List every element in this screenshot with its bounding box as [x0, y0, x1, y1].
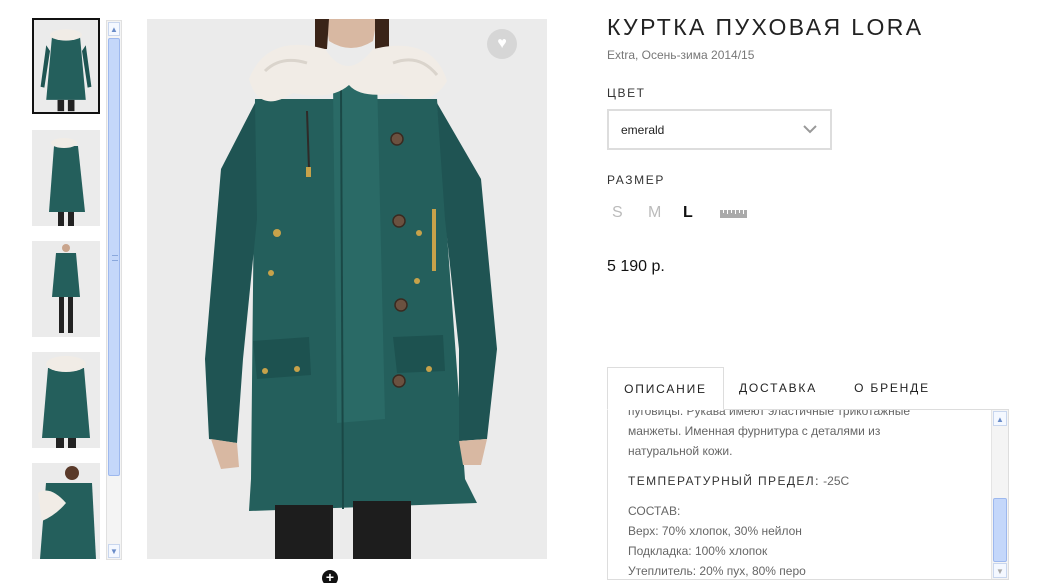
thumbnail-image	[32, 352, 100, 448]
description-text: манжеты. Именная фурнитура с деталями из	[628, 424, 881, 438]
thumbnail-full-length[interactable]	[32, 241, 100, 337]
tab-delivery[interactable]: ДОСТАВКА	[728, 367, 828, 410]
composition-line: Утеплитель: 20% пух, 80% перо	[628, 564, 806, 578]
tab-description[interactable]: ОПИСАНИЕ	[607, 367, 724, 410]
thumbnail-image	[32, 463, 100, 559]
color-label: ЦВЕТ	[607, 86, 646, 100]
thumbnail-image	[32, 130, 100, 226]
scroll-up-arrow-icon[interactable]: ▲	[108, 22, 120, 36]
thumbnail-back[interactable]	[32, 352, 100, 448]
size-option-s[interactable]: S	[612, 204, 623, 222]
temperature-limit: ТЕМПЕРАТУРНЫЙ ПРЕДЕЛ: -25C	[628, 471, 988, 491]
description-panel: пуговицы. Рукава имеют эластичные трикот…	[607, 409, 1009, 580]
description-text: натуральной кожи.	[628, 444, 733, 458]
thumbnail-strip	[32, 18, 102, 563]
plus-circle-icon[interactable]: +	[322, 570, 338, 583]
scrollbar-thumb[interactable]	[993, 498, 1007, 562]
product-price: 5 190 р.	[607, 258, 665, 275]
thumbnail-hood[interactable]	[32, 463, 100, 559]
size-option-m[interactable]: M	[648, 204, 661, 222]
ruler-icon[interactable]	[720, 208, 747, 218]
size-label: РАЗМЕР	[607, 173, 665, 187]
description-text-cut: пуговицы. Рукава имеют эластичные трикот…	[628, 409, 911, 418]
chevron-down-icon	[803, 125, 817, 134]
scrollbar-thumb[interactable]	[108, 38, 120, 476]
description-scrollbar[interactable]: ▲ ▼	[991, 410, 1008, 579]
thumbnail-image	[34, 20, 98, 112]
color-selected-value: emerald	[621, 123, 665, 137]
scroll-up-arrow-icon[interactable]: ▲	[993, 411, 1007, 426]
grip-icon	[112, 255, 118, 261]
composition-line: Верх: 70% хлопок, 30% нейлон	[628, 524, 802, 538]
main-product-image[interactable]	[147, 19, 547, 559]
color-select[interactable]: emerald	[607, 109, 832, 150]
tab-brand[interactable]: О БРЕНДЕ	[840, 367, 944, 410]
heart-icon[interactable]: ♥	[487, 29, 517, 59]
product-subtitle: Extra, Осень-зима 2014/15	[607, 48, 755, 62]
size-option-l[interactable]: L	[683, 204, 693, 222]
thumbnail-side[interactable]	[32, 130, 100, 226]
thumbnail-scrollbar[interactable]: ▲ ▼	[106, 20, 122, 560]
scroll-down-arrow-icon[interactable]: ▼	[993, 563, 1007, 578]
temperature-value: -25C	[823, 474, 850, 488]
temperature-label: ТЕМПЕРАТУРНЫЙ ПРЕДЕЛ:	[628, 474, 820, 488]
description-content: пуговицы. Рукава имеют эластичные трикот…	[628, 409, 988, 579]
thumbnail-front[interactable]	[32, 18, 100, 114]
thumbnail-image	[32, 241, 100, 337]
product-title: КУРТКА ПУХОВАЯ LORA	[607, 14, 924, 40]
composition-line: Подкладка: 100% хлопок	[628, 544, 768, 558]
composition-label: СОСТАВ:	[628, 504, 681, 518]
scroll-down-arrow-icon[interactable]: ▼	[108, 544, 120, 558]
jacket-photo	[147, 19, 547, 559]
